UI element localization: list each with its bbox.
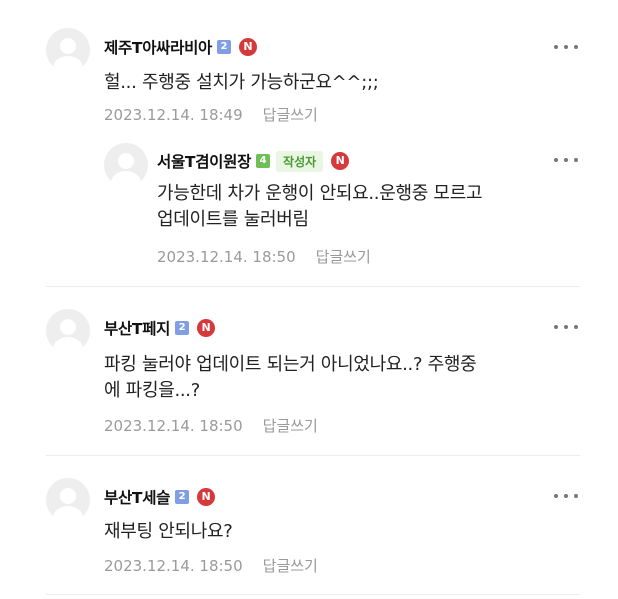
more-dots-icon[interactable] xyxy=(554,325,578,331)
reply-button[interactable]: 답글쓰기 xyxy=(316,248,371,266)
comment-text: 파킹 눌러야 업데이트 되는거 아니었나요..? 주행중 에 파킹을...? xyxy=(104,352,477,404)
more-dots-icon[interactable] xyxy=(554,158,578,164)
new-badge: N xyxy=(197,488,216,506)
divider xyxy=(46,594,580,595)
comment-text-line: 업데이트를 눌러버림 xyxy=(157,209,309,230)
level-badge: 2 xyxy=(175,490,190,504)
comment-date: 2023.12.14. 18:49 xyxy=(104,106,243,124)
nickname[interactable]: 부산T세슬 xyxy=(104,486,170,508)
comment-text-line: 파킹 눌러야 업데이트 되는거 아니었나요..? 주행중 xyxy=(104,354,477,375)
level-badge: 4 xyxy=(256,154,271,168)
comment-text: 가능한데 차가 운행이 안되요..운행중 모르고 업데이트를 눌러버림 xyxy=(157,181,483,233)
nickname[interactable]: 서울T겸이원장 xyxy=(157,150,251,172)
level-badge: 2 xyxy=(175,321,190,335)
avatar[interactable] xyxy=(104,143,148,187)
avatar[interactable] xyxy=(46,28,90,72)
divider xyxy=(46,455,580,456)
more-dots-icon[interactable] xyxy=(554,45,578,51)
comment-text: 재부팅 안되나요? xyxy=(104,521,233,542)
level-badge: 2 xyxy=(217,40,231,54)
reply-button[interactable]: 답글쓰기 xyxy=(263,106,318,124)
new-badge: N xyxy=(239,38,257,56)
reply-button[interactable]: 답글쓰기 xyxy=(263,557,318,575)
divider xyxy=(46,286,580,287)
reply-button[interactable]: 답글쓰기 xyxy=(263,417,318,435)
comment-text-line: 가능한데 차가 운행이 안되요..운행중 모르고 xyxy=(157,183,483,204)
new-badge: N xyxy=(331,152,350,170)
new-badge: N xyxy=(197,319,216,337)
comment-date: 2023.12.14. 18:50 xyxy=(104,557,243,575)
avatar[interactable] xyxy=(46,478,90,522)
more-dots-icon[interactable] xyxy=(554,494,578,500)
author-tag: 작성자 xyxy=(276,150,324,172)
avatar[interactable] xyxy=(46,309,90,353)
nickname[interactable]: 제주T아싸라비아 xyxy=(104,36,212,58)
comment-date: 2023.12.14. 18:50 xyxy=(157,248,296,266)
comment-text: 헐... 주행중 설치가 가능하군요^^;;; xyxy=(104,72,379,93)
nickname[interactable]: 부산T페지 xyxy=(104,317,170,339)
comment-text-line: 에 파킹을...? xyxy=(104,380,200,401)
comment-date: 2023.12.14. 18:50 xyxy=(104,417,243,435)
